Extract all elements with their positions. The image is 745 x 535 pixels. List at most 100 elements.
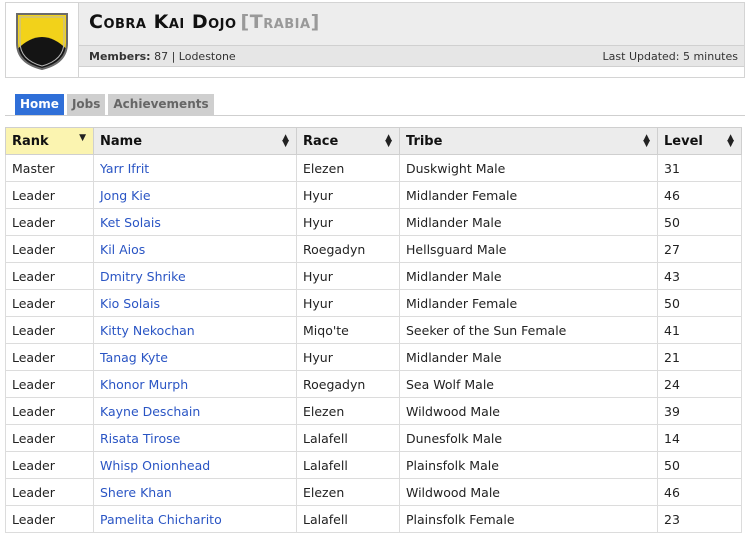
cell-race: Hyur <box>296 181 400 209</box>
table-row: Leader Kayne Deschain Elezen Wildwood Male 3… <box>5 397 742 425</box>
title-band: Cobra Kai Dojo [Trabia] <box>79 3 744 45</box>
cell-rank: Leader <box>5 370 94 398</box>
tab-achievements[interactable]: Achievements <box>108 94 214 115</box>
last-updated: Last Updated: 5 minutes <box>602 50 738 63</box>
cell-tribe: Dunesfolk Male <box>399 424 658 452</box>
table-row: Leader Pamelita Chicharito Lalafell Plainsf… <box>5 505 742 533</box>
cell-rank: Leader <box>5 316 94 344</box>
cell-name: Kio Solais <box>93 289 297 317</box>
cell-level: 27 <box>657 235 742 263</box>
cell-level: 46 <box>657 181 742 209</box>
cell-level: 24 <box>657 370 742 398</box>
column-header-tribe[interactable]: Tribe ▲ ▼ <box>399 127 658 155</box>
cell-name: Kayne Deschain <box>93 397 297 425</box>
table-row: Leader Jong Kie Hyur Midlander Female 46 <box>5 181 742 209</box>
cell-tribe: Plainsfolk Male <box>399 451 658 479</box>
cell-race: Lalafell <box>296 451 400 479</box>
cell-tribe: Sea Wolf Male <box>399 370 658 398</box>
tab-divider <box>5 115 745 116</box>
cell-name: Whisp Onionhead <box>93 451 297 479</box>
cell-level: 50 <box>657 289 742 317</box>
member-name-link[interactable]: Kitty Nekochan <box>100 323 195 338</box>
cell-tribe: Hellsguard Male <box>399 235 658 263</box>
cell-level: 50 <box>657 208 742 236</box>
cell-rank: Leader <box>5 505 94 533</box>
cell-rank: Leader <box>5 235 94 263</box>
column-header-level[interactable]: Level ▲ ▼ <box>657 127 742 155</box>
cell-rank: Leader <box>5 451 94 479</box>
table-body: Master Yarr Ifrit Elezen Duskwight Male 31 Le… <box>5 154 742 533</box>
member-name-link[interactable]: Khonor Murph <box>100 377 188 392</box>
table-row: Leader Ket Solais Hyur Midlander Male 50 <box>5 208 742 236</box>
free-company-header: Cobra Kai Dojo [Trabia] Members: 87 | Lod… <box>5 2 745 78</box>
cell-tribe: Plainsfolk Female <box>399 505 658 533</box>
cell-rank: Master <box>5 154 94 182</box>
cell-tribe: Midlander Male <box>399 262 658 290</box>
table-row: Leader Tanag Kyte Hyur Midlander Male 21 <box>5 343 742 371</box>
cell-race: Lalafell <box>296 505 400 533</box>
cell-race: Hyur <box>296 343 400 371</box>
cell-name: Dmitry Shrike <box>93 262 297 290</box>
column-header-name[interactable]: Name ▲ ▼ <box>93 127 297 155</box>
cell-rank: Leader <box>5 478 94 506</box>
cell-race: Miqo'te <box>296 316 400 344</box>
member-name-link[interactable]: Jong Kie <box>100 188 151 203</box>
member-name-link[interactable]: Kio Solais <box>100 296 160 311</box>
table-row: Leader Kitty Nekochan Miqo'te Seeker of the… <box>5 316 742 344</box>
table-row: Master Yarr Ifrit Elezen Duskwight Male 31 <box>5 154 742 182</box>
cell-race: Hyur <box>296 208 400 236</box>
member-name-link[interactable]: Pamelita Chicharito <box>100 512 222 527</box>
column-label: Name <box>100 133 143 149</box>
cell-name: Tanag Kyte <box>93 343 297 371</box>
members-info: Members: 87 | Lodestone <box>89 50 236 63</box>
cell-race: Elezen <box>296 154 400 182</box>
member-name-link[interactable]: Tanag Kyte <box>100 350 168 365</box>
column-header-race[interactable]: Race ▲ ▼ <box>296 127 400 155</box>
cell-name: Khonor Murph <box>93 370 297 398</box>
cell-rank: Leader <box>5 424 94 452</box>
member-name-link[interactable]: Kil Aios <box>100 242 145 257</box>
cell-rank: Leader <box>5 181 94 209</box>
cell-level: 23 <box>657 505 742 533</box>
table-row: Leader Dmitry Shrike Hyur Midlander Male 43 <box>5 262 742 290</box>
member-name-link[interactable]: Risata Tirose <box>100 431 180 446</box>
table-row: Leader Kio Solais Hyur Midlander Female 50 <box>5 289 742 317</box>
member-name-link[interactable]: Whisp Onionhead <box>100 458 210 473</box>
members-label: Members: <box>89 50 151 63</box>
sort-both-icon: ▲ ▼ <box>643 133 650 149</box>
sort-both-icon: ▲ ▼ <box>385 133 392 149</box>
column-label: Race <box>303 133 339 149</box>
members-value: 87 | Lodestone <box>154 50 236 63</box>
member-name-link[interactable]: Kayne Deschain <box>100 404 200 419</box>
cell-tribe: Midlander Male <box>399 208 658 236</box>
cell-race: Hyur <box>296 262 400 290</box>
cell-tribe: Duskwight Male <box>399 154 658 182</box>
table-header-row: Rank ▼ Name ▲ ▼ Race ▲ ▼ Tribe ▲ ▼ Level ▲ ▼ <box>5 127 742 155</box>
column-label: Rank <box>12 133 49 149</box>
member-name-link[interactable]: Ket Solais <box>100 215 161 230</box>
cell-tribe: Midlander Male <box>399 343 658 371</box>
tab-bar: Home Jobs Achievements <box>15 94 214 115</box>
cell-rank: Leader <box>5 343 94 371</box>
cell-race: Lalafell <box>296 424 400 452</box>
tab-jobs[interactable]: Jobs <box>66 94 106 115</box>
cell-name: Pamelita Chicharito <box>93 505 297 533</box>
tab-home[interactable]: Home <box>15 94 64 115</box>
cell-rank: Leader <box>5 208 94 236</box>
cell-tribe: Wildwood Male <box>399 397 658 425</box>
member-name-link[interactable]: Dmitry Shrike <box>100 269 186 284</box>
cell-name: Jong Kie <box>93 181 297 209</box>
sort-both-icon: ▲ ▼ <box>282 133 289 149</box>
crest-container <box>6 3 79 77</box>
cell-race: Elezen <box>296 478 400 506</box>
member-name-link[interactable]: Yarr Ifrit <box>100 161 149 176</box>
table-row: Leader Shere Khan Elezen Wildwood Male 46 <box>5 478 742 506</box>
member-name-link[interactable]: Shere Khan <box>100 485 172 500</box>
table-row: Leader Kil Aios Roegadyn Hellsguard Male 27 <box>5 235 742 263</box>
member-table: Rank ▼ Name ▲ ▼ Race ▲ ▼ Tribe ▲ ▼ Level ▲ ▼… <box>5 127 742 533</box>
shield-crest-icon <box>16 13 68 71</box>
cell-name: Kil Aios <box>93 235 297 263</box>
cell-rank: Leader <box>5 262 94 290</box>
column-header-rank[interactable]: Rank ▼ <box>5 127 94 155</box>
cell-level: 43 <box>657 262 742 290</box>
